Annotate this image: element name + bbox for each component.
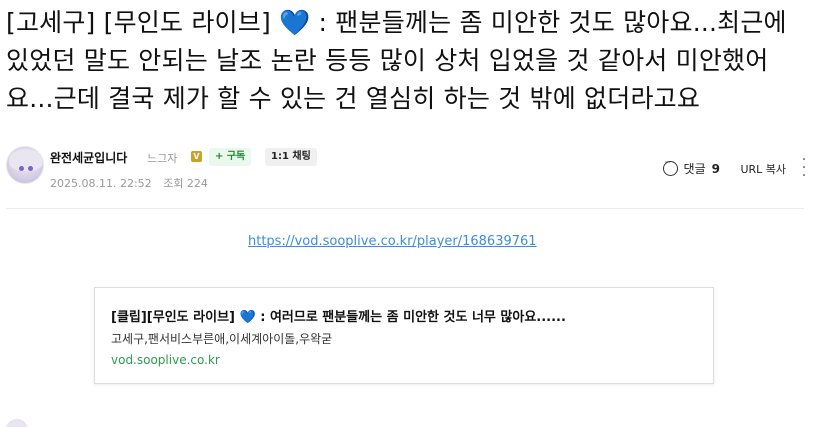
comments-label: 댓글 <box>683 162 706 176</box>
link-card-title: [클립][무인도 라이브] 💙 : 여러므로 팬분들께는 좀 미안한 것도 너무… <box>111 306 566 325</box>
avatar[interactable] <box>6 146 44 184</box>
verified-badge-icon: V <box>191 151 202 162</box>
one-to-one-chat-button[interactable]: 1:1 채팅 <box>265 148 317 166</box>
link-card-title-text: : 여러므로 팬분들께는 좀 미안한 것도 너무 많아요...... <box>255 310 566 325</box>
link-card-title-prefix: [클립][무인도 라이브] <box>111 310 240 325</box>
comment-bubble-icon <box>662 158 678 176</box>
video-link[interactable]: https://vod.sooplive.co.kr/player/168639… <box>248 234 537 249</box>
comments-count: 9 <box>711 161 720 176</box>
more-vertical-icon[interactable]: · · · <box>800 153 808 183</box>
author-subtitle: 느그자 <box>147 152 178 165</box>
post-date: 2025.08.11. 22:52 <box>50 177 152 190</box>
post-meta: 2025.08.11. 22:52 조회 224 <box>50 175 216 191</box>
blue-heart-icon: 💙 <box>279 8 311 37</box>
url-copy-button[interactable]: URL 복사 <box>740 161 786 177</box>
blue-heart-icon: 💙 <box>239 310 256 325</box>
comment-avatar <box>6 419 28 427</box>
author-name[interactable]: 완전세균입니다 <box>50 149 127 166</box>
link-preview-card[interactable]: [클립][무인도 라이브] 💙 : 여러므로 팬분들께는 좀 미안한 것도 너무… <box>94 287 714 384</box>
link-card-description: 고세구,팬서비스부른애,이세계아이돌,우왁굳 <box>111 332 333 346</box>
author-row: 완전세균입니다 느그자 V + 구독 1:1 채팅 2025.08.11. 22… <box>6 146 810 194</box>
post-views: 조회 224 <box>163 177 208 190</box>
post-title-prefix: [고세구] [무인도 라이브] <box>6 8 280 37</box>
comments-button[interactable]: 댓글 9 <box>662 158 720 177</box>
header-divider <box>6 208 804 209</box>
subscribe-button[interactable]: + 구독 <box>209 148 252 166</box>
avatar-eye-right <box>28 166 33 171</box>
link-card-host: vod.sooplive.co.kr <box>111 353 220 367</box>
avatar-hair <box>9 149 43 171</box>
post-title: [고세구] [무인도 라이브] 💙 : 팬분들께는 좀 미안한 것도 많아요..… <box>6 4 806 118</box>
avatar-eye-left <box>19 166 24 171</box>
